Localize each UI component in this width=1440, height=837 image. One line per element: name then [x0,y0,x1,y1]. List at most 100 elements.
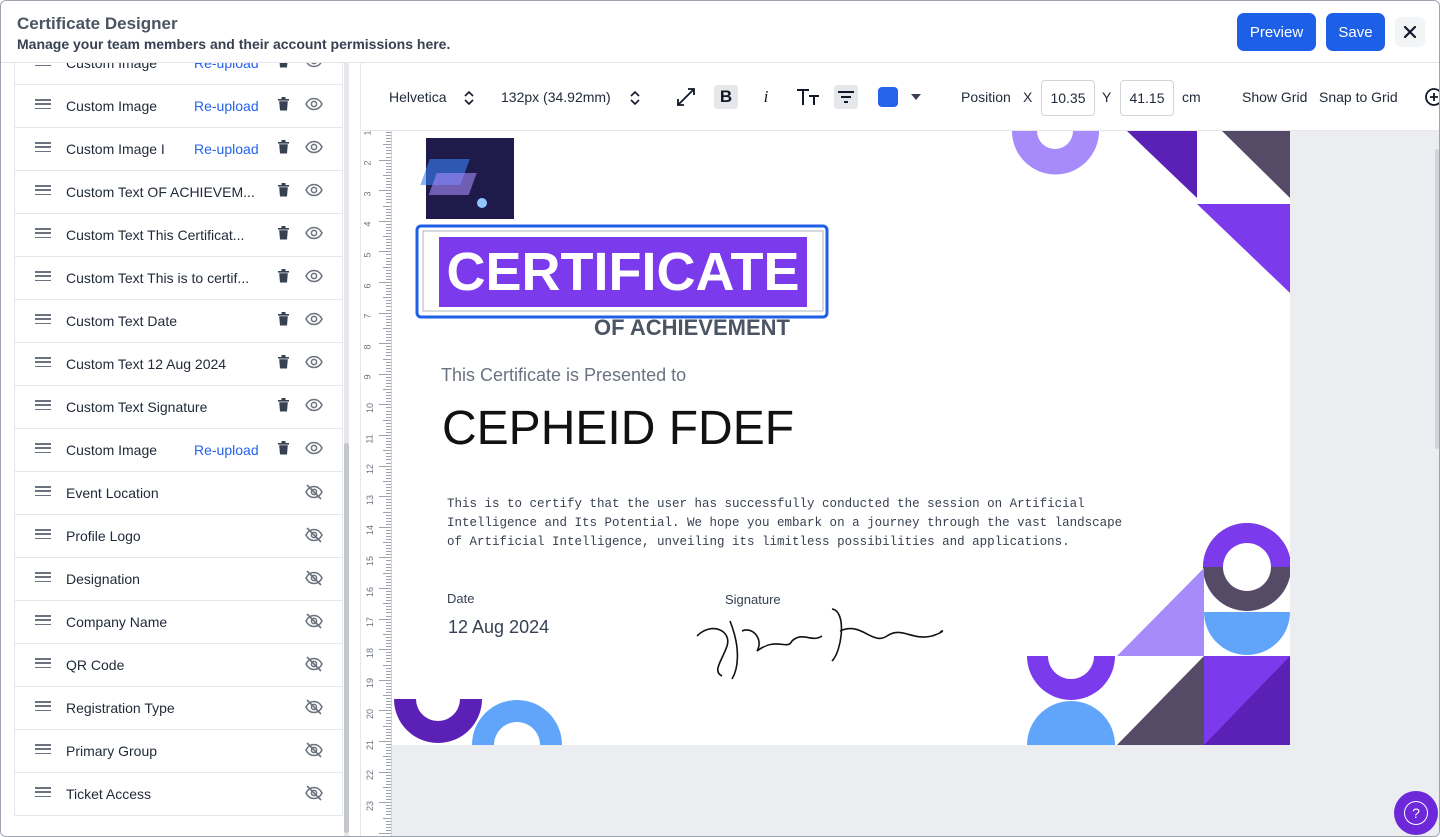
layer-item[interactable]: Profile Logo [14,515,343,558]
date-value[interactable]: 12 Aug 2024 [448,617,549,638]
layer-item[interactable]: Custom Text This Certificat... [14,214,343,257]
reupload-link[interactable]: Re-upload [194,442,259,458]
layer-item[interactable]: Custom Text 12 Aug 2024 [14,343,343,386]
font-select-chevron-icon[interactable] [457,86,481,110]
color-dropdown-icon[interactable] [904,85,928,109]
drag-handle-icon[interactable] [35,228,51,238]
eye-off-icon[interactable] [305,785,323,803]
layer-item[interactable]: Custom Text Signature [14,386,343,429]
trash-icon[interactable] [278,140,290,154]
trash-icon[interactable] [278,398,290,412]
eye-icon[interactable] [305,312,323,330]
drag-handle-icon[interactable] [35,142,51,152]
trash-icon[interactable] [278,355,290,369]
drag-handle-icon[interactable] [35,185,51,195]
layer-item[interactable]: QR Code [14,644,343,687]
text-size-icon[interactable] [794,85,822,109]
drag-handle-icon[interactable] [35,443,51,453]
drag-handle-icon[interactable] [35,400,51,410]
layer-item[interactable]: Ticket Access [14,773,343,816]
drag-handle-icon[interactable] [35,529,51,539]
layer-item[interactable]: Custom Image Re-upload [14,85,343,128]
layer-item[interactable]: Custom Text OF ACHIEVEM... [14,171,343,214]
scrollbar-thumb[interactable] [344,443,349,833]
layer-item[interactable]: Custom Text Date [14,300,343,343]
layer-item[interactable]: Custom Text This is to certif... [14,257,343,300]
certificate-subtitle[interactable]: OF ACHIEVEMENT [594,315,790,341]
drag-handle-icon[interactable] [35,658,51,668]
layer-item[interactable]: Custom Image Re-upload [14,429,343,472]
eye-icon[interactable] [305,183,323,201]
eye-off-icon[interactable] [305,527,323,545]
layer-item[interactable]: Designation [14,558,343,601]
certificate-title[interactable]: CERTIFICATE [439,237,807,307]
help-button[interactable]: ? [1394,791,1438,835]
reupload-link[interactable]: Re-upload [194,141,259,157]
reupload-link[interactable]: Re-upload [194,63,259,71]
zoom-in-icon[interactable] [1422,85,1439,109]
drag-handle-icon[interactable] [35,744,51,754]
eye-off-icon[interactable] [305,742,323,760]
trash-icon[interactable] [278,269,290,283]
snap-to-grid-toggle[interactable]: Snap to Grid [1319,89,1398,105]
certificate-body-line-3[interactable]: of Artificial Intelligence, unveiling it… [447,535,1070,549]
reupload-link[interactable]: Re-upload [194,98,259,114]
eye-off-icon[interactable] [305,699,323,717]
certificate-canvas[interactable]: CERTIFICATE OF ACHIEVEMENT This Certific… [392,131,1290,745]
bold-icon[interactable]: B [714,85,738,109]
layer-item[interactable]: Custom Image I Re-upload [14,128,343,171]
certificate-body-line-2[interactable]: Intelligence and Its Potential. We hope … [447,516,1122,530]
recipient-name[interactable]: CEPHEID FDEF [442,401,794,456]
trash-icon[interactable] [278,97,290,111]
font-size-chevron-icon[interactable] [623,86,647,110]
eye-icon[interactable] [305,269,323,287]
eye-off-icon[interactable] [305,570,323,588]
layers-scrollbar[interactable] [344,63,349,836]
certificate-body-line-1[interactable]: This is to certify that the user has suc… [447,497,1085,511]
layer-item[interactable]: Registration Type [14,687,343,730]
eye-icon[interactable] [305,140,323,158]
presented-to-text[interactable]: This Certificate is Presented to [441,365,686,386]
date-label[interactable]: Date [447,591,474,606]
eye-icon[interactable] [305,398,323,416]
close-button[interactable] [1395,17,1425,47]
drag-handle-icon[interactable] [35,787,51,797]
x-position-input[interactable]: 10.35 [1041,80,1095,116]
show-grid-toggle[interactable]: Show Grid [1242,89,1307,105]
save-button[interactable]: Save [1326,13,1385,51]
drag-handle-icon[interactable] [35,63,51,66]
trash-icon[interactable] [278,312,290,326]
drag-handle-icon[interactable] [35,615,51,625]
preview-button[interactable]: Preview [1237,13,1316,51]
y-position-input[interactable]: 41.15 [1120,80,1174,116]
workspace-scrollbar[interactable] [1435,149,1439,449]
italic-icon[interactable]: i [754,85,778,109]
signature-label[interactable]: Signature [725,592,781,607]
drag-handle-icon[interactable] [35,271,51,281]
expand-icon[interactable] [674,85,698,109]
layer-item[interactable]: Event Location [14,472,343,515]
layer-item[interactable]: Primary Group [14,730,343,773]
drag-handle-icon[interactable] [35,314,51,324]
layer-item[interactable]: Company Name [14,601,343,644]
eye-icon[interactable] [305,441,323,459]
drag-handle-icon[interactable] [35,572,51,582]
eye-icon[interactable] [305,226,323,244]
eye-off-icon[interactable] [305,484,323,502]
font-size-select[interactable]: 132px (34.92mm) [501,89,611,105]
color-swatch[interactable] [876,85,900,109]
trash-icon[interactable] [278,63,290,68]
drag-handle-icon[interactable] [35,486,51,496]
drag-handle-icon[interactable] [35,357,51,367]
trash-icon[interactable] [278,441,290,455]
drag-handle-icon[interactable] [35,99,51,109]
eye-icon[interactable] [305,63,323,72]
trash-icon[interactable] [278,183,290,197]
eye-off-icon[interactable] [305,613,323,631]
drag-handle-icon[interactable] [35,701,51,711]
font-select[interactable]: Helvetica [389,89,447,105]
trash-icon[interactable] [278,226,290,240]
eye-off-icon[interactable] [305,656,323,674]
align-center-icon[interactable] [834,85,858,109]
eye-icon[interactable] [305,355,323,373]
